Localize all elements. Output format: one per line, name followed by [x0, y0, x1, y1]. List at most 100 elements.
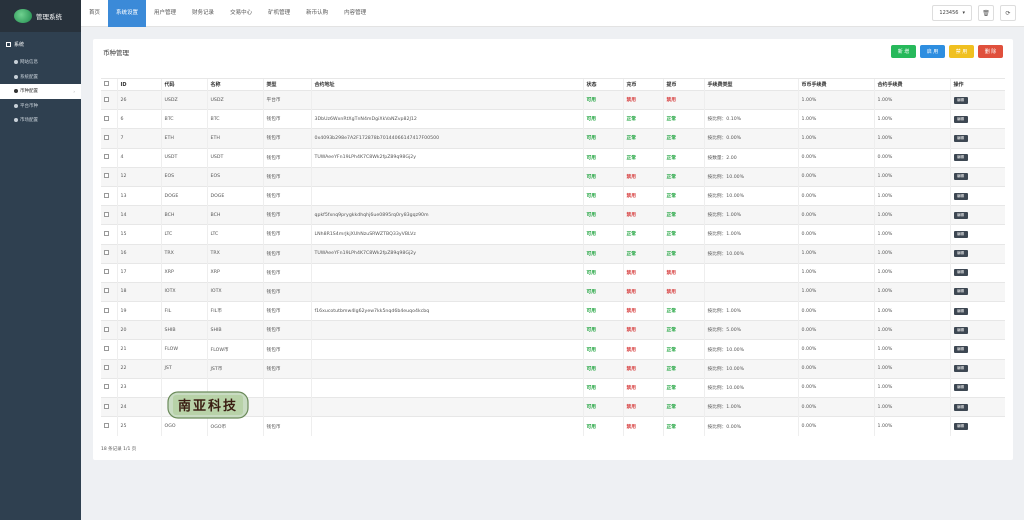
row-checkbox[interactable] [101, 89, 117, 110]
spot-fee: 0.00% [797, 320, 874, 340]
col-header[interactable]: 状态 [582, 78, 623, 91]
col-header[interactable]: 代码 [160, 78, 207, 91]
tab-content-management[interactable]: 内容管理 [336, 0, 374, 27]
row-checkbox[interactable] [101, 396, 117, 417]
coin-code: EOS [160, 166, 207, 187]
edit-button[interactable]: 编辑 [953, 250, 968, 258]
delete-button[interactable]: 删 除 [978, 45, 1003, 58]
row-checkbox[interactable] [101, 416, 117, 436]
enable-button[interactable]: 启 用 [920, 45, 945, 58]
edit-button[interactable]: 编辑 [953, 230, 968, 238]
table-row[interactable]: 14 BCH BCH 钱包币 qpkf5fxnq9prygkkdhqhj6ue0895r… [101, 205, 1005, 225]
table-row[interactable]: 7 ETH ETH 钱包币 0x4093b298e7A2F172878b70144066… [101, 128, 1005, 149]
sidebar-item-site-info[interactable]: 网站信息 [0, 55, 81, 70]
contract-fee: 1.00% [873, 128, 950, 149]
edit-button[interactable]: 编辑 [953, 192, 968, 200]
edit-button[interactable]: 编辑 [953, 307, 968, 315]
fee-type: 按比例：1.00% [703, 224, 798, 244]
sidebar-item-coin-config[interactable]: 币种配置 › [0, 84, 81, 99]
refresh-icon[interactable]: ⟳ [1000, 5, 1016, 21]
row-checkbox[interactable] [101, 224, 117, 244]
row-checkbox[interactable] [101, 377, 117, 398]
edit-button[interactable]: 编辑 [953, 154, 968, 162]
table-row[interactable]: 12 EOS EOS 钱包币 可用 禁用 正常 按比例：10.00% 0.00% 1.00% 编辑 [101, 166, 1005, 187]
row-checkbox[interactable] [101, 320, 117, 340]
row-checkbox[interactable] [101, 109, 117, 129]
col-header[interactable]: 合约手续费 [873, 78, 950, 91]
table-row[interactable]: 18 IOTX IOTX 钱包币 可用 禁用 禁用 1.00% 1.00% 编辑 [101, 281, 1005, 302]
edit-button[interactable]: 编辑 [953, 173, 968, 181]
table-row[interactable]: 17 XRP XRP 钱包币 可用 禁用 禁用 1.00% 1.00% 编辑 [101, 262, 1005, 283]
edit-button[interactable]: 编辑 [953, 211, 968, 219]
table-row[interactable]: 4 USDT USDT 钱包币 TUWAeeYFn19LPh4K7C8Wk2fpZ89q… [101, 147, 1005, 168]
table-row[interactable]: 25 OGO OGO币 钱包币 可用 禁用 正常 按比例：0.00% 0.00% 1.00% 编辑 [101, 416, 1005, 436]
edit-button[interactable]: 编辑 [953, 96, 968, 104]
row-checkbox[interactable] [101, 128, 117, 149]
edit-button[interactable]: 编辑 [953, 115, 968, 123]
disable-button[interactable]: 禁 用 [949, 45, 974, 58]
tab-home[interactable]: 首页 [81, 0, 108, 27]
edit-button[interactable]: 编辑 [953, 269, 968, 277]
col-header[interactable]: 币币手续费 [797, 78, 874, 91]
edit-button[interactable]: 编辑 [953, 346, 968, 354]
col-header[interactable]: 合约地址 [310, 78, 583, 91]
contract-fee: 1.00% [873, 224, 950, 244]
col-header[interactable]: 操作 [949, 78, 1005, 91]
tab-new-coin-subscription[interactable]: 新币认购 [298, 0, 336, 27]
table-row[interactable]: 19 FIL FIL币 钱包币 f16xucotutbmw4lg62yew7kk5nqd… [101, 301, 1005, 321]
col-header[interactable]: 手续费类型 [703, 78, 798, 91]
col-header[interactable]: 充币 [622, 78, 663, 91]
edit-button[interactable]: 编辑 [953, 403, 968, 411]
caret-down-icon: ▾ [962, 10, 965, 16]
table-row[interactable]: 13 DOGE DOGE 钱包币 可用 禁用 正常 按比例：10.00% 0.00% 1.00% 编… [101, 185, 1005, 206]
row-checkbox[interactable] [101, 281, 117, 302]
row-checkbox[interactable] [101, 205, 117, 225]
tab-user-management[interactable]: 用户管理 [146, 0, 184, 27]
fee-type [703, 281, 798, 302]
contract-address: LNh8R1S4mrJkjXUhNzuSRWZTBQ33yVBLVz [310, 224, 583, 244]
col-header[interactable]: ID [116, 78, 161, 91]
sidebar-section[interactable]: 系统 [0, 36, 81, 53]
table-row[interactable]: 6 BTC BTC 钱包币 3DbUz6WxnRtXgTnN4mDgiXkVaNZvp8… [101, 109, 1005, 129]
edit-button[interactable]: 编辑 [953, 384, 968, 392]
edit-button[interactable]: 编辑 [953, 423, 968, 431]
tab-trading-center[interactable]: 交易中心 [222, 0, 260, 27]
sidebar-item-system-config[interactable]: 系统配置 [0, 70, 81, 85]
row-checkbox[interactable] [101, 147, 117, 168]
coin-name: TRX [206, 243, 263, 264]
row-checkbox[interactable] [101, 301, 117, 321]
row-checkbox[interactable] [101, 339, 117, 360]
table-row[interactable]: 26 USDZ USDZ 平台币 可用 禁用 禁用 1.00% 1.00% 编辑 [101, 89, 1005, 110]
trash-icon[interactable]: 🗑 [978, 5, 994, 21]
sidebar-item-platform-coin[interactable]: 平台币种 [0, 99, 81, 114]
user-dropdown[interactable]: 123456 ▾ [932, 5, 972, 21]
row-checkbox[interactable] [101, 185, 117, 206]
table-row[interactable]: 20 SHIB SHIB 钱包币 可用 禁用 正常 按比例：5.00% 0.00% 1.00% 编辑 [101, 320, 1005, 340]
col-header[interactable]: 类型 [262, 78, 311, 91]
edit-button[interactable]: 编辑 [953, 326, 968, 334]
row-checkbox[interactable] [101, 243, 117, 264]
table-row[interactable]: 15 LTC LTC 钱包币 LNh8R1S4mrJkjXUhNzuSRWZTBQ33y… [101, 224, 1005, 244]
tab-finance-records[interactable]: 财务记录 [184, 0, 222, 27]
col-header[interactable]: 名称 [206, 78, 263, 91]
tab-miner-management[interactable]: 矿机管理 [260, 0, 298, 27]
table-row[interactable]: 16 TRX TRX 钱包币 TUWAeeYFn19LPh4K7C8Wk2fpZ89q9… [101, 243, 1005, 264]
table-row[interactable]: 22 JST JST币 钱包币 可用 禁用 正常 按比例：10.00% 0.00% 1.00% 编辑 [101, 358, 1005, 379]
add-button[interactable]: 新 增 [891, 45, 916, 58]
col-header[interactable]: 提币 [662, 78, 704, 91]
contract-address [310, 377, 583, 398]
edit-button[interactable]: 编辑 [953, 365, 968, 373]
row-checkbox[interactable] [101, 166, 117, 187]
actions-cell: 编辑 [949, 89, 1005, 110]
edit-button[interactable]: 编辑 [953, 288, 968, 296]
contract-address [310, 320, 583, 340]
select-all-checkbox[interactable] [101, 78, 117, 91]
tab-system-settings[interactable]: 系统设置 [108, 0, 147, 27]
coin-type: 钱包币 [262, 224, 311, 244]
sidebar-item-market-config[interactable]: 市场配置 [0, 113, 81, 128]
edit-button[interactable]: 编辑 [953, 134, 968, 142]
table-row[interactable]: 21 FLOW FLOW币 钱包币 可用 禁用 正常 按比例：10.00% 0.00% 1.00%… [101, 339, 1005, 360]
row-checkbox[interactable] [101, 262, 117, 283]
row-checkbox[interactable] [101, 358, 117, 379]
coin-name: OGO币 [206, 416, 263, 436]
